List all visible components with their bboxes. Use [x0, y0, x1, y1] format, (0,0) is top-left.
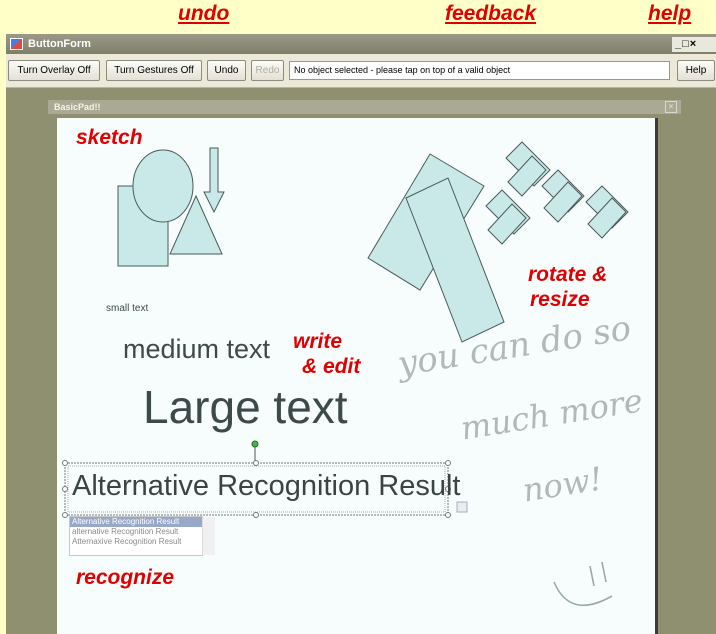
write-edit-callout-line2: & edit	[302, 355, 361, 378]
help-button[interactable]: Help	[677, 60, 715, 81]
help-callout: help	[648, 2, 692, 25]
recognition-result-text[interactable]: Alternative Recognition Result	[72, 470, 460, 503]
medium-text: medium text	[123, 334, 271, 364]
app-icon	[10, 38, 23, 50]
alternative-item[interactable]: Atternaxive Recognition Result	[70, 537, 202, 547]
undo-button[interactable]: Undo	[207, 60, 246, 81]
window-title: ButtonForm	[28, 38, 91, 50]
redo-button[interactable]: Redo	[251, 60, 284, 81]
alternatives-list[interactable]: Alternative Recognition Result alternati…	[69, 516, 215, 556]
undo-callout: undo	[178, 2, 230, 25]
toolbar: Turn Overlay Off Turn Gestures Off Undo …	[6, 54, 716, 88]
child-close-icon[interactable]: ×	[665, 101, 677, 113]
child-window-titlebar: BasicPad!! ×	[48, 100, 681, 114]
feedback-field[interactable]: No object selected - please tap on top o…	[289, 61, 670, 80]
rotate-resize-callout-line1: rotate &	[528, 263, 608, 286]
write-edit-callout-line1: write	[293, 330, 343, 353]
alternatives-scrollbar[interactable]	[202, 517, 215, 555]
recognize-callout: recognize	[76, 566, 175, 589]
sketch-callout: sketch	[76, 126, 143, 149]
alternative-item[interactable]: Alternative Recognition Result	[70, 517, 202, 527]
feedback-callout: feedback	[445, 2, 537, 25]
turn-overlay-off-button[interactable]: Turn Overlay Off	[8, 60, 100, 81]
child-window-title: BasicPad!!	[54, 102, 101, 112]
small-text: small text	[106, 303, 149, 314]
alternative-item[interactable]: alternative Recognition Result	[70, 527, 202, 537]
window-controls[interactable]: _□×	[672, 37, 716, 52]
window-titlebar: ButtonForm _□×	[6, 34, 716, 54]
rotate-resize-callout-line2: resize	[530, 288, 590, 311]
turn-gestures-off-button[interactable]: Turn Gestures Off	[106, 60, 202, 81]
large-text: Large text	[143, 381, 348, 433]
